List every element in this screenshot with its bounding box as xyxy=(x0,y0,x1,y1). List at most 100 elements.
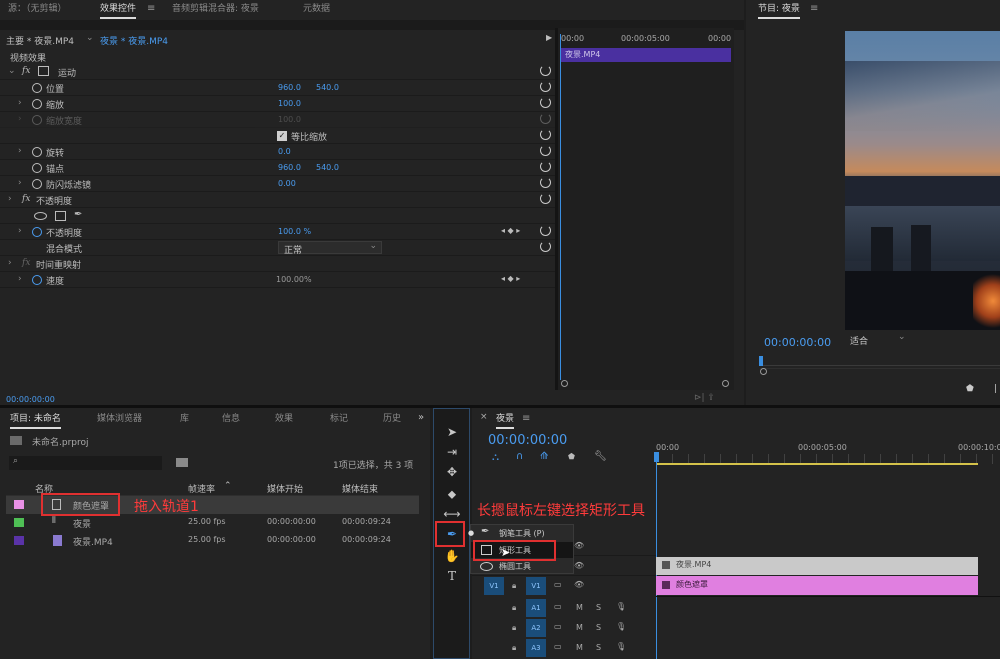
row-opacity[interactable]: › 不透明度 100.0 % ◂ ◆ ▸ xyxy=(0,224,555,240)
anchor-x-value[interactable]: 960.0 xyxy=(278,163,301,172)
sync-lock-icon[interactable]: ▭ xyxy=(554,602,562,611)
program-video-frame[interactable] xyxy=(845,31,1000,330)
reset-icon[interactable] xyxy=(540,81,551,92)
lock-icon[interactable]: 🔒︎ xyxy=(512,603,516,613)
row-antiflicker[interactable]: › 防闪烁滤镜 0.00 xyxy=(0,176,555,192)
eye-icon[interactable]: 👁︎ xyxy=(574,580,584,589)
play-arrow-icon[interactable]: ▶ xyxy=(546,33,552,42)
fx-icon[interactable]: fx xyxy=(22,194,30,204)
track-target-a1[interactable]: A1 xyxy=(526,599,546,617)
mic-icon[interactable]: 🎙︎ xyxy=(616,602,626,611)
reset-icon[interactable] xyxy=(540,129,551,140)
effect-controls-timecode[interactable]: 00:00:00:00 xyxy=(6,395,55,404)
chevron-right-icon[interactable]: › xyxy=(18,178,22,188)
tab-library[interactable]: 库 xyxy=(180,410,189,428)
chevron-right-icon[interactable]: › xyxy=(18,98,22,108)
playhead-line[interactable] xyxy=(560,34,561,380)
mute-button[interactable]: M xyxy=(576,603,583,612)
row-opacity-section[interactable]: › fx 不透明度 xyxy=(0,192,555,208)
sync-lock-icon[interactable]: ▭ xyxy=(554,580,562,589)
reset-icon[interactable] xyxy=(540,193,551,204)
position-y-value[interactable]: 540.0 xyxy=(316,83,339,92)
tab-info[interactable]: 信息 xyxy=(222,410,240,428)
mic-icon[interactable]: 🎙︎ xyxy=(616,622,626,631)
list-item[interactable]: 夜景.MP4 25.00 fps 00:00:00:00 00:00:09:24 xyxy=(6,532,419,550)
timeline-title[interactable]: 夜景 xyxy=(496,410,515,429)
menu-icon[interactable]: ≡ xyxy=(522,413,530,424)
stopwatch-icon[interactable] xyxy=(32,147,42,157)
row-uniform-scale[interactable]: ✓ 等比缩放 xyxy=(0,128,555,144)
add-marker-icon[interactable]: ⬟ xyxy=(568,452,575,461)
timeline-timecode[interactable]: 00:00:00:00 xyxy=(488,433,567,448)
opacity-value[interactable]: 100.0 % xyxy=(278,227,311,236)
chevron-right-icon[interactable]: › xyxy=(8,258,12,268)
magnet-icon[interactable]: ∩ xyxy=(516,451,523,462)
lock-icon[interactable]: 🔒︎ xyxy=(512,643,516,653)
row-scale[interactable]: › 缩放 100.0 xyxy=(0,96,555,112)
position-x-value[interactable]: 960.0 xyxy=(278,83,301,92)
v-splitter[interactable] xyxy=(555,28,558,390)
playhead-icon[interactable] xyxy=(759,356,763,366)
type-tool-icon[interactable]: T xyxy=(441,566,463,586)
settings-wrench-icon[interactable]: 🔧︎ xyxy=(594,451,607,462)
clip-selector[interactable]: 夜景 * 夜景.MP4 xyxy=(100,34,168,47)
solo-button[interactable]: S xyxy=(596,623,601,632)
col-media-start[interactable]: 媒体开始 xyxy=(267,482,303,495)
eye-icon[interactable]: 👁︎ xyxy=(574,541,584,550)
fx-icon[interactable]: fx xyxy=(22,66,30,76)
in-point-button[interactable]: | xyxy=(994,384,997,394)
overflow-tabs-icon[interactable]: » xyxy=(418,412,424,423)
reset-icon[interactable] xyxy=(540,145,551,156)
col-fps[interactable]: 帧速率 xyxy=(188,482,215,495)
row-anchor[interactable]: 锚点 960.0 540.0 xyxy=(0,160,555,176)
scroll-handle-icon[interactable] xyxy=(760,368,767,375)
chevron-right-icon[interactable]: › xyxy=(8,194,12,204)
work-area-bar[interactable] xyxy=(656,463,978,465)
flyout-pen-item[interactable]: ✒ 钢笔工具 (P) xyxy=(471,525,573,541)
row-rotation[interactable]: › 旋转 0.0 xyxy=(0,144,555,160)
tab-media-browser[interactable]: 媒体浏览器 xyxy=(97,410,142,428)
track-target-a3[interactable]: A3 xyxy=(526,639,546,657)
mini-scroll-left[interactable] xyxy=(561,380,568,387)
blend-mode-select[interactable]: 正常 ⌄ xyxy=(278,241,382,256)
pen-mask-icon[interactable]: ✒ xyxy=(74,209,82,220)
tab-metadata[interactable]: 元数据 xyxy=(303,0,330,18)
row-motion[interactable]: ⌄ fx 运动 xyxy=(0,64,555,80)
label-color-swatch[interactable] xyxy=(14,518,24,527)
chevron-right-icon[interactable]: › xyxy=(18,274,22,284)
tab-history[interactable]: 历史 xyxy=(383,410,405,428)
chevron-right-icon[interactable]: › xyxy=(18,146,22,156)
search-input[interactable]: ⌕ xyxy=(9,456,162,470)
list-item[interactable]: ⫴ 夜景 25.00 fps 00:00:00:00 00:00:09:24 xyxy=(6,514,419,532)
program-scrubber[interactable] xyxy=(759,356,1000,366)
label-color-swatch[interactable] xyxy=(14,536,24,545)
ripple-edit-tool-icon[interactable]: ✥ xyxy=(441,462,463,482)
zoom-scroll[interactable] xyxy=(760,368,1000,375)
program-timecode[interactable]: 00:00:00:00 xyxy=(764,336,831,349)
chevron-down-icon[interactable]: ⌄ xyxy=(8,66,16,76)
sync-lock-icon[interactable]: ▭ xyxy=(554,622,562,631)
mute-button[interactable]: M xyxy=(576,623,583,632)
label-color-swatch[interactable] xyxy=(14,500,24,509)
flyout-ellipse-item[interactable]: 椭圆工具 xyxy=(471,559,573,574)
reset-icon[interactable] xyxy=(540,161,551,172)
mic-icon[interactable]: 🎙︎ xyxy=(616,642,626,651)
solo-button[interactable]: S xyxy=(596,603,601,612)
lock-icon[interactable]: 🔒︎ xyxy=(512,623,516,633)
mini-scroll-right[interactable] xyxy=(722,380,729,387)
row-speed[interactable]: › 速度 100.00% ◂ ◆ ▸ xyxy=(0,272,555,288)
tab-effect-controls[interactable]: 效果控件 xyxy=(100,0,137,19)
track-select-tool-icon[interactable]: ⇥ xyxy=(441,442,463,462)
stopwatch-icon[interactable] xyxy=(32,227,42,237)
uniform-scale-checkbox[interactable]: ✓ xyxy=(277,131,287,141)
clip-night-mp4[interactable]: 夜景.MP4 xyxy=(656,557,978,575)
tab-effects[interactable]: 效果 xyxy=(275,410,293,428)
track-target-v1[interactable]: V1 xyxy=(526,577,546,595)
tab-audio-mixer[interactable]: 音频剪辑混合器: 夜景 xyxy=(172,0,259,18)
col-media-end[interactable]: 媒体结束 xyxy=(342,482,378,495)
reset-icon[interactable] xyxy=(540,241,551,252)
export-frame-icons[interactable]: ⊳| ⇪ xyxy=(694,393,715,403)
solo-button[interactable]: S xyxy=(596,643,601,652)
razor-tool-icon[interactable]: ⬥ xyxy=(441,484,463,504)
snap-icon[interactable]: ⛬ xyxy=(492,452,499,463)
